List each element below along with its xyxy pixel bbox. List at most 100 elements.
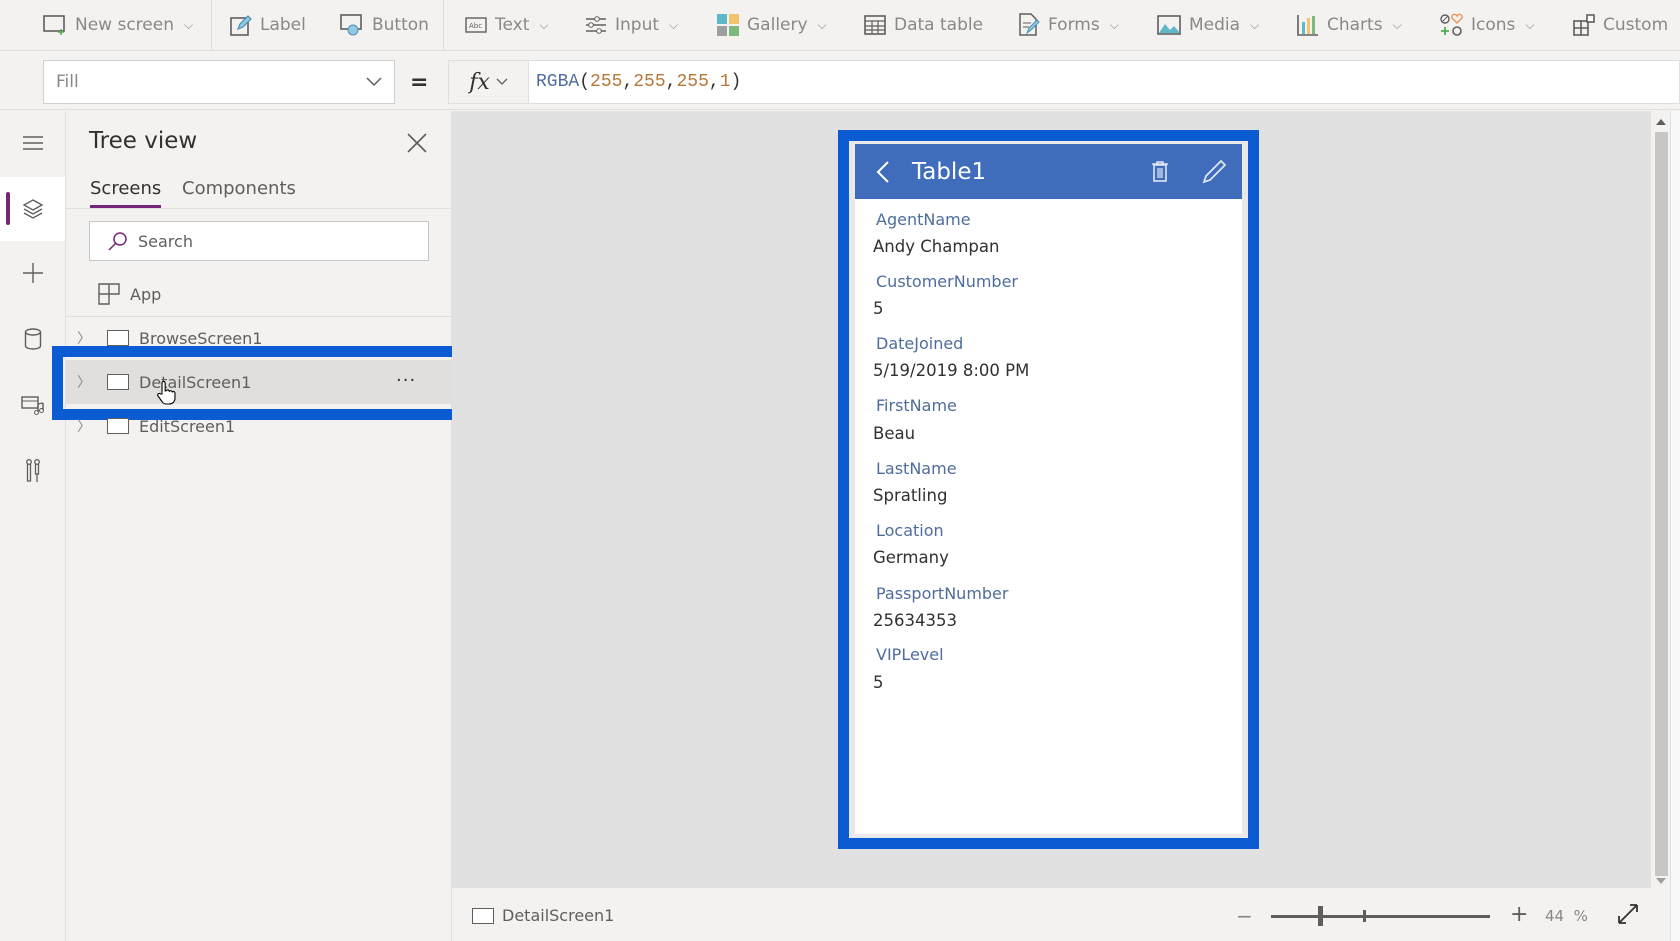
formula-sep: , [622, 72, 634, 92]
text-icon: Abc [465, 17, 487, 33]
zoom-out-button[interactable]: − [1236, 904, 1253, 928]
formula-arg-g: 255 [633, 72, 666, 92]
text-label: Text [495, 15, 530, 35]
icons-dropdown[interactable]: Icons ⌵ [1439, 0, 1535, 50]
gallery-dropdown[interactable]: Gallery ⌵ [717, 0, 827, 50]
chevron-down-icon [366, 77, 382, 87]
field-label: Location [876, 521, 944, 540]
tree-item-edit-screen[interactable]: 〉 EditScreen1 [66, 404, 452, 448]
scrollbar-thumb[interactable] [1655, 132, 1668, 876]
new-screen-label: New screen [75, 15, 174, 35]
chevron-down-icon [496, 78, 508, 85]
scroll-up-icon[interactable] [1655, 118, 1667, 126]
zoom-slider-default-tick [1363, 910, 1366, 922]
input-dropdown[interactable]: Input ⌵ [585, 0, 678, 50]
new-screen-icon [43, 15, 65, 35]
chevron-right-icon[interactable]: 〉 [77, 416, 99, 436]
zoom-slider-thumb[interactable] [1318, 906, 1323, 926]
tree-view-button[interactable] [0, 177, 65, 241]
field-value: Beau [873, 424, 916, 443]
screen-icon [107, 330, 129, 346]
text-dropdown[interactable]: Abc Text ⌵ [465, 0, 549, 50]
media-icon [1157, 15, 1181, 35]
field-label: LastName [876, 459, 957, 478]
tab-components[interactable]: Components [182, 178, 296, 205]
property-dropdown[interactable]: Fill [43, 60, 395, 104]
equals-sign: = [410, 69, 429, 95]
zoom-slider[interactable] [1271, 915, 1490, 918]
media-dropdown[interactable]: Media ⌵ [1157, 0, 1259, 50]
insert-button[interactable] [0, 241, 65, 305]
close-icon [407, 133, 427, 153]
fx-icon: fx [469, 69, 490, 95]
chevron-down-icon: ⌵ [1250, 17, 1260, 32]
search-input[interactable]: Search [89, 221, 429, 261]
new-screen-button[interactable]: New screen ⌵ [43, 0, 193, 50]
plus-icon [22, 263, 43, 283]
close-button[interactable] [405, 131, 429, 155]
chevron-right-icon[interactable]: 〉 [77, 328, 99, 348]
tabs-divider [66, 208, 452, 209]
data-table-icon [864, 15, 886, 35]
charts-label: Charts [1327, 15, 1383, 35]
app-label: App [130, 284, 162, 304]
current-screen-indicator[interactable]: DetailScreen1 [472, 906, 614, 925]
back-arrow-icon[interactable] [876, 160, 890, 184]
zoom-value: 44 [1545, 907, 1565, 925]
icons-label: Icons [1471, 15, 1516, 35]
field-value: 25634353 [873, 611, 957, 630]
formula-arg-b: 255 [676, 72, 709, 92]
custom-label: Custom [1603, 15, 1669, 35]
field-label: AgentName [876, 210, 971, 229]
forms-dropdown[interactable]: Forms ⌵ [1018, 0, 1119, 50]
screen-label: BrowseScreen1 [139, 328, 263, 348]
data-table-button[interactable]: Data table [864, 0, 983, 50]
zoom-level: 44 % [1545, 907, 1588, 925]
left-rail [0, 111, 66, 941]
right-panel-edge [1670, 111, 1680, 941]
custom-dropdown[interactable]: Custom [1573, 0, 1668, 50]
database-icon [24, 328, 41, 350]
field-value: 5 [873, 299, 884, 318]
scroll-down-icon[interactable] [1655, 877, 1667, 885]
charts-icon [1297, 15, 1318, 36]
screen-label: EditScreen1 [139, 416, 236, 436]
advanced-tools-button[interactable] [0, 439, 65, 503]
charts-dropdown[interactable]: Charts ⌵ [1297, 0, 1402, 50]
custom-icon [1573, 14, 1595, 36]
chevron-down-icon: ⌵ [817, 17, 827, 32]
trash-icon[interactable] [1151, 160, 1169, 182]
tree-item-app[interactable]: App [66, 272, 452, 316]
formula-input[interactable]: RGBA(255, 255, 255, 1) [529, 60, 1680, 104]
input-label: Input [615, 15, 660, 35]
tree-view-title: Tree view [89, 128, 198, 154]
hand-cursor-icon [157, 380, 176, 405]
formula-paren-close: ) [730, 72, 742, 92]
field-label: FirstName [876, 396, 957, 415]
menu-button[interactable] [0, 111, 65, 175]
field-label: DateJoined [876, 334, 964, 353]
field-value: Andy Champan [873, 237, 1000, 256]
app-icon [98, 283, 120, 305]
fit-to-window-button[interactable] [1617, 903, 1639, 929]
search-icon [108, 232, 127, 251]
chevron-down-icon: ⌵ [539, 17, 549, 32]
toolbar-divider [443, 0, 444, 50]
input-icon [586, 16, 606, 34]
property-value: Fill [56, 72, 79, 92]
screen-icon [107, 418, 129, 434]
tab-screens[interactable]: Screens [90, 178, 162, 208]
button-label[interactable]: Button [372, 15, 429, 35]
function-button[interactable]: fx [448, 60, 529, 104]
chevron-down-icon: ⌵ [669, 17, 679, 32]
edit-pencil-icon[interactable] [1202, 160, 1226, 184]
zoom-in-button[interactable]: + [1510, 902, 1528, 927]
forms-icon [1019, 13, 1040, 36]
label-label: Label [260, 15, 306, 35]
data-table-label: Data table [894, 15, 984, 35]
field-value: Germany [873, 548, 949, 567]
button-button[interactable]: Button [340, 0, 429, 50]
field-value: 5 [873, 673, 884, 692]
label-button[interactable]: Label [230, 0, 306, 50]
svg-text:Abc: Abc [469, 22, 482, 30]
